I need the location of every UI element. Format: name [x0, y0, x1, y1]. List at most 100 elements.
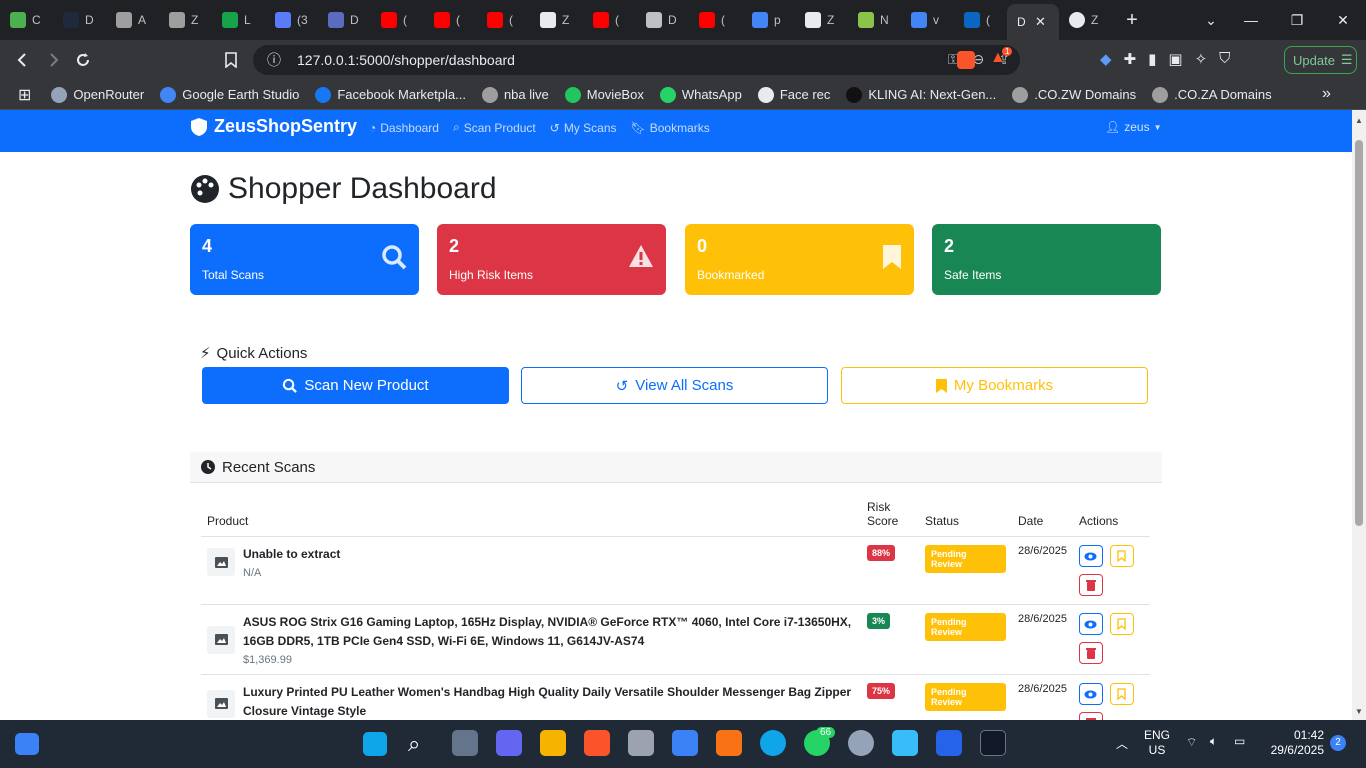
scrollbar-thumb[interactable]: [1355, 140, 1363, 526]
browser-tab[interactable]: v: [901, 4, 954, 36]
tab-active[interactable]: D ✕: [1007, 4, 1059, 40]
browser-tab[interactable]: (: [954, 4, 1007, 36]
bookmark-item[interactable]: MovieBox: [557, 86, 652, 103]
bookmark-page-button[interactable]: [216, 45, 246, 75]
bookmark-button[interactable]: [1109, 613, 1134, 635]
browser-tab[interactable]: (: [371, 4, 424, 36]
back-button[interactable]: [8, 45, 38, 75]
site-info-icon[interactable]: ⓘ: [267, 50, 281, 70]
vpn-icon[interactable]: ⛉: [1219, 50, 1230, 68]
browser-tab[interactable]: A: [106, 4, 159, 36]
browser-tab[interactable]: N: [848, 4, 901, 36]
view-button[interactable]: [1078, 683, 1103, 705]
forward-button[interactable]: [38, 45, 68, 75]
bookmark-item[interactable]: .CO.ZA Domains: [1144, 86, 1280, 103]
browser-tab[interactable]: D: [636, 4, 689, 36]
close-tab-icon[interactable]: ✕: [1035, 14, 1046, 30]
page-viewport: ZeusShopSentry ◔ Dashboard ⌕ Scan Produc…: [0, 110, 1352, 720]
reload-button[interactable]: [68, 45, 98, 75]
task-view-icon[interactable]: [452, 730, 478, 756]
bookmark-item[interactable]: OpenRouter: [43, 86, 152, 103]
settings-icon[interactable]: [848, 730, 874, 756]
tab-favicon-icon: [222, 12, 238, 28]
bookmark-item[interactable]: nba live: [474, 86, 557, 103]
bookmark-item[interactable]: Face rec: [750, 86, 839, 103]
vscode-icon[interactable]: [936, 730, 962, 756]
terminal-icon[interactable]: [980, 730, 1006, 756]
bookmark-item[interactable]: Facebook Marketpla...: [307, 86, 474, 103]
address-bar[interactable]: ⓘ 127.0.0.1:5000/shopper/dashboard ⚿ ⊖ ⇪: [253, 45, 1020, 75]
more-bookmarks-icon[interactable]: »: [1322, 85, 1331, 103]
extension-icon[interactable]: ◆: [1100, 50, 1112, 68]
browser-tab[interactable]: (: [689, 4, 742, 36]
notification-badge[interactable]: 2: [1330, 735, 1346, 751]
vlc-icon[interactable]: [716, 730, 742, 756]
tab-github[interactable]: Z: [1059, 4, 1112, 36]
bookmark-button[interactable]: [1109, 683, 1134, 705]
file-explorer-icon[interactable]: [540, 730, 566, 756]
app-icon[interactable]: [672, 730, 698, 756]
browser-tab[interactable]: D: [318, 4, 371, 36]
wallet-icon[interactable]: ▣: [1168, 50, 1182, 68]
minimize-button[interactable]: —: [1228, 0, 1274, 40]
bookmark-item[interactable]: KLING AI: Next-Gen...: [838, 86, 1004, 103]
delete-button[interactable]: [1078, 642, 1103, 664]
tab-favicon-icon: [63, 12, 79, 28]
update-button[interactable]: Update ☰: [1284, 46, 1357, 74]
view-button[interactable]: [1078, 613, 1103, 635]
wifi-icon[interactable]: ⌔: [1186, 735, 1197, 750]
brave-shields-icon[interactable]: [957, 51, 975, 69]
notepad-icon[interactable]: [892, 730, 918, 756]
chevron-up-icon[interactable]: ︿: [1116, 735, 1128, 752]
view-button[interactable]: [1078, 545, 1103, 567]
brave-browser-icon[interactable]: [584, 730, 610, 756]
scroll-down-icon[interactable]: ▼: [1355, 707, 1363, 716]
widgets-icon[interactable]: [15, 733, 39, 755]
browser-tab[interactable]: p: [742, 4, 795, 36]
nav-my-scans[interactable]: ↺ My Scans: [550, 120, 617, 135]
browser-tab[interactable]: Z: [795, 4, 848, 36]
battery-icon[interactable]: ▭: [1234, 734, 1245, 748]
delete-button[interactable]: [1078, 574, 1103, 596]
page-scrollbar[interactable]: ▲ ▼: [1352, 110, 1366, 720]
browser-tab[interactable]: Z: [159, 4, 212, 36]
database-icon[interactable]: [628, 730, 654, 756]
browser-tab[interactable]: (3: [265, 4, 318, 36]
bookmark-item[interactable]: .CO.ZW Domains: [1004, 86, 1144, 103]
my-bookmarks-button[interactable]: My Bookmarks: [841, 367, 1148, 404]
browser-tab[interactable]: L: [212, 4, 265, 36]
leo-ai-icon[interactable]: ✧: [1195, 50, 1208, 68]
volume-icon[interactable]: 🔈︎: [1210, 734, 1217, 749]
nav-bookmarks[interactable]: 🔖︎ Bookmarks: [631, 120, 710, 135]
browser-tab[interactable]: C: [0, 4, 53, 36]
browser-tab[interactable]: (: [424, 4, 477, 36]
restore-button[interactable]: ❐: [1274, 0, 1320, 40]
browser-tab[interactable]: Z: [530, 4, 583, 36]
bookmark-icon: 🔖︎: [630, 120, 646, 135]
browser-tab[interactable]: (: [583, 4, 636, 36]
close-window-button[interactable]: ✕: [1320, 0, 1366, 40]
browser-tab[interactable]: (: [477, 4, 530, 36]
user-menu[interactable]: 👤︎ zeus ▼: [1105, 120, 1162, 134]
apps-grid-icon[interactable]: ⊞: [0, 85, 43, 105]
bookmark-item[interactable]: WhatsApp: [652, 86, 750, 103]
puzzle-icon[interactable]: ✚: [1124, 50, 1137, 68]
view-all-scans-button[interactable]: ↺ View All Scans: [521, 367, 828, 404]
browser-tab[interactable]: D: [53, 4, 106, 36]
language-indicator[interactable]: ENG US: [1144, 728, 1170, 758]
scan-new-product-button[interactable]: Scan New Product: [202, 367, 509, 404]
edge-icon[interactable]: [760, 730, 786, 756]
bookmark-button[interactable]: [1109, 545, 1134, 567]
delete-button[interactable]: [1078, 712, 1103, 720]
brand-link[interactable]: ZeusShopSentry: [190, 116, 357, 137]
nav-dashboard[interactable]: ◔ Dashboard: [369, 120, 439, 135]
sidebar-icon[interactable]: ▮: [1148, 50, 1156, 68]
clock[interactable]: 01:42 29/6/2025: [1266, 728, 1324, 758]
search-icon[interactable]: ⌕: [408, 731, 434, 757]
nav-scan-product[interactable]: ⌕ Scan Product: [453, 120, 536, 135]
bookmark-item[interactable]: Google Earth Studio: [152, 86, 307, 103]
teams-icon[interactable]: [496, 730, 522, 756]
start-icon[interactable]: [363, 732, 387, 756]
new-tab-button[interactable]: +: [1112, 9, 1152, 32]
scroll-up-icon[interactable]: ▲: [1355, 116, 1363, 125]
